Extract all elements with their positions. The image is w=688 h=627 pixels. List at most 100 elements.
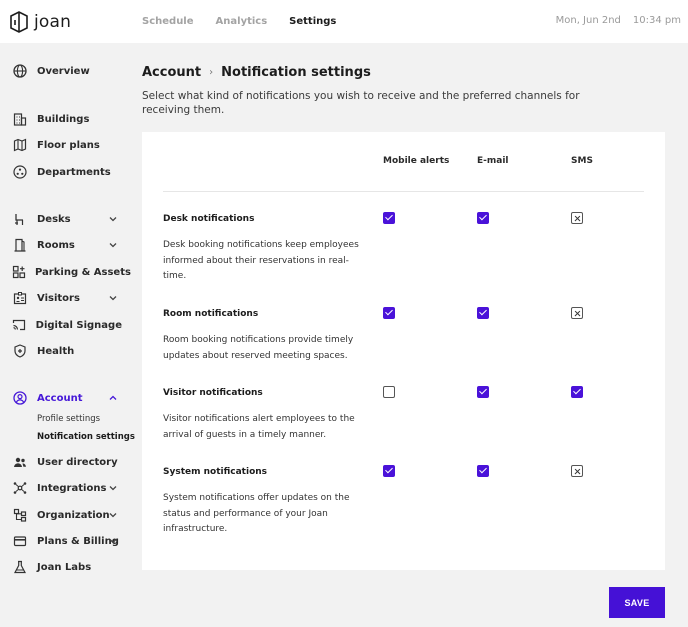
system-email-checkbox[interactable] [477, 465, 489, 477]
sidebar-item-label: Joan Labs [37, 561, 92, 573]
room-email-checkbox[interactable] [477, 307, 489, 319]
notification-settings-card: Mobile alerts E-mail SMS Desk notificati… [142, 132, 665, 570]
sidebar-item-digital-signage[interactable]: Digital Signage [12, 316, 122, 334]
sidebar-item-integrations[interactable]: Integrations [12, 479, 122, 497]
joan-logo[interactable]: joan [9, 11, 71, 33]
desk-notifications-description: Desk booking notifications keep employee… [163, 240, 359, 282]
shield-icon [12, 343, 28, 359]
page-title: Notification settings [221, 65, 371, 80]
sidebar-item-label: Rooms [37, 239, 75, 251]
sidebar-item-label: Integrations [37, 482, 107, 494]
sidebar-item-label: Visitors [37, 292, 80, 304]
sidebar-item-desks[interactable]: Desks [12, 210, 122, 228]
chevron-down-icon [109, 513, 117, 518]
chevron-down-icon [109, 217, 117, 222]
nav-settings[interactable]: Settings [289, 16, 336, 27]
brand-name: joan [34, 12, 72, 32]
current-date: Mon, Jun 2nd [555, 15, 621, 26]
sidebar-item-overview[interactable]: Overview [12, 62, 122, 80]
credit-card-icon [12, 533, 28, 549]
current-time: 10:34 pm [632, 15, 681, 26]
integrations-icon [12, 480, 28, 496]
save-button[interactable]: SAVE [609, 587, 665, 618]
sidebar-item-label: Buildings [37, 113, 90, 125]
header-divider [163, 191, 644, 192]
sidebar-item-label: Digital Signage [35, 319, 122, 331]
sidebar-item-joan-labs[interactable]: Joan Labs [12, 558, 122, 576]
room-mobile-checkbox[interactable] [383, 307, 395, 319]
departments-icon [12, 164, 28, 180]
chevron-up-icon [109, 395, 117, 400]
system-notifications-title: System notifications [163, 467, 268, 477]
column-header-email: E-mail [477, 156, 509, 166]
desk-notifications-title: Desk notifications [163, 214, 255, 224]
assets-icon [12, 264, 26, 280]
system-notifications-description: System notifications offer updates on th… [163, 493, 350, 535]
top-navigation: Schedule Analytics Settings [142, 0, 358, 43]
sidebar-item-label: Desks [37, 213, 71, 225]
sidebar-item-plans-billing[interactable]: Plans & Billing [12, 532, 122, 550]
current-datetime: Mon, Jun 2nd 10:34 pm [556, 15, 681, 26]
system-mobile-checkbox[interactable] [383, 465, 395, 477]
sidebar-item-parking-assets[interactable]: Parking & Assets [12, 263, 131, 281]
sidebar-item-label: Account [37, 392, 83, 404]
cast-icon [12, 317, 27, 333]
sidebar-item-rooms[interactable]: Rooms [12, 236, 122, 254]
visitor-email-checkbox[interactable] [477, 386, 489, 398]
desk-sms-checkbox-disabled[interactable] [571, 212, 583, 224]
desk-chair-icon [12, 211, 28, 227]
chevron-down-icon [109, 486, 117, 491]
chevron-down-icon [109, 243, 117, 248]
visitor-sms-checkbox[interactable] [571, 386, 583, 398]
visitor-notifications-title: Visitor notifications [163, 388, 263, 398]
sidebar: Overview Buildings Floor plans Departmen… [0, 43, 135, 627]
sidebar-item-user-directory[interactable]: User directory [12, 453, 122, 471]
breadcrumb: Account › Notification settings [142, 65, 371, 80]
chevron-down-icon [109, 539, 117, 544]
sidebar-item-label: User directory [37, 456, 118, 468]
chevron-down-icon [109, 296, 117, 301]
sidebar-item-label: Organization [37, 509, 110, 521]
room-sms-checkbox-disabled[interactable] [571, 307, 583, 319]
nav-schedule[interactable]: Schedule [142, 16, 194, 27]
sidebar-item-label: Plans & Billing [37, 535, 119, 547]
system-sms-checkbox-disabled[interactable] [571, 465, 583, 477]
flask-icon [12, 559, 28, 575]
page-subtitle: Select what kind of notifications you wi… [142, 90, 580, 116]
sidebar-item-visitors[interactable]: Visitors [12, 289, 122, 307]
desk-mobile-checkbox[interactable] [383, 212, 395, 224]
door-icon [12, 237, 28, 253]
sidebar-item-departments[interactable]: Departments [12, 163, 122, 181]
org-chart-icon [12, 507, 28, 523]
sidebar-subitem-profile-settings[interactable]: Profile settings [37, 414, 100, 424]
sidebar-subitem-notification-settings[interactable]: Notification settings [37, 432, 135, 442]
visitor-notifications-description: Visitor notifications alert employees to… [163, 414, 355, 440]
sidebar-item-label: Parking & Assets [35, 266, 131, 278]
top-bar: joan Schedule Analytics Settings Mon, Ju… [0, 0, 688, 43]
users-icon [12, 454, 28, 470]
visitor-badge-icon [12, 290, 28, 306]
nav-analytics[interactable]: Analytics [216, 16, 268, 27]
globe-icon [12, 63, 28, 79]
map-icon [12, 137, 28, 153]
breadcrumb-account[interactable]: Account [142, 65, 201, 80]
room-notifications-title: Room notifications [163, 309, 259, 319]
sidebar-item-health[interactable]: Health [12, 342, 122, 360]
sidebar-item-organization[interactable]: Organization [12, 506, 122, 524]
sidebar-item-account[interactable]: Account [12, 389, 122, 407]
user-circle-icon [12, 390, 28, 406]
joan-logo-icon [10, 11, 28, 33]
breadcrumb-separator-icon: › [209, 67, 214, 78]
desk-email-checkbox[interactable] [477, 212, 489, 224]
column-header-sms: SMS [571, 156, 593, 166]
room-notifications-description: Room booking notifications provide timel… [163, 335, 354, 361]
sidebar-item-label: Floor plans [37, 139, 100, 151]
sidebar-item-label: Overview [37, 65, 90, 77]
sidebar-item-buildings[interactable]: Buildings [12, 110, 122, 128]
sidebar-item-label: Departments [37, 166, 111, 178]
sidebar-item-floor-plans[interactable]: Floor plans [12, 136, 122, 154]
visitor-mobile-checkbox[interactable] [383, 386, 395, 398]
column-header-mobile-alerts: Mobile alerts [383, 156, 450, 166]
sidebar-item-label: Health [37, 345, 75, 357]
building-icon [12, 111, 28, 127]
